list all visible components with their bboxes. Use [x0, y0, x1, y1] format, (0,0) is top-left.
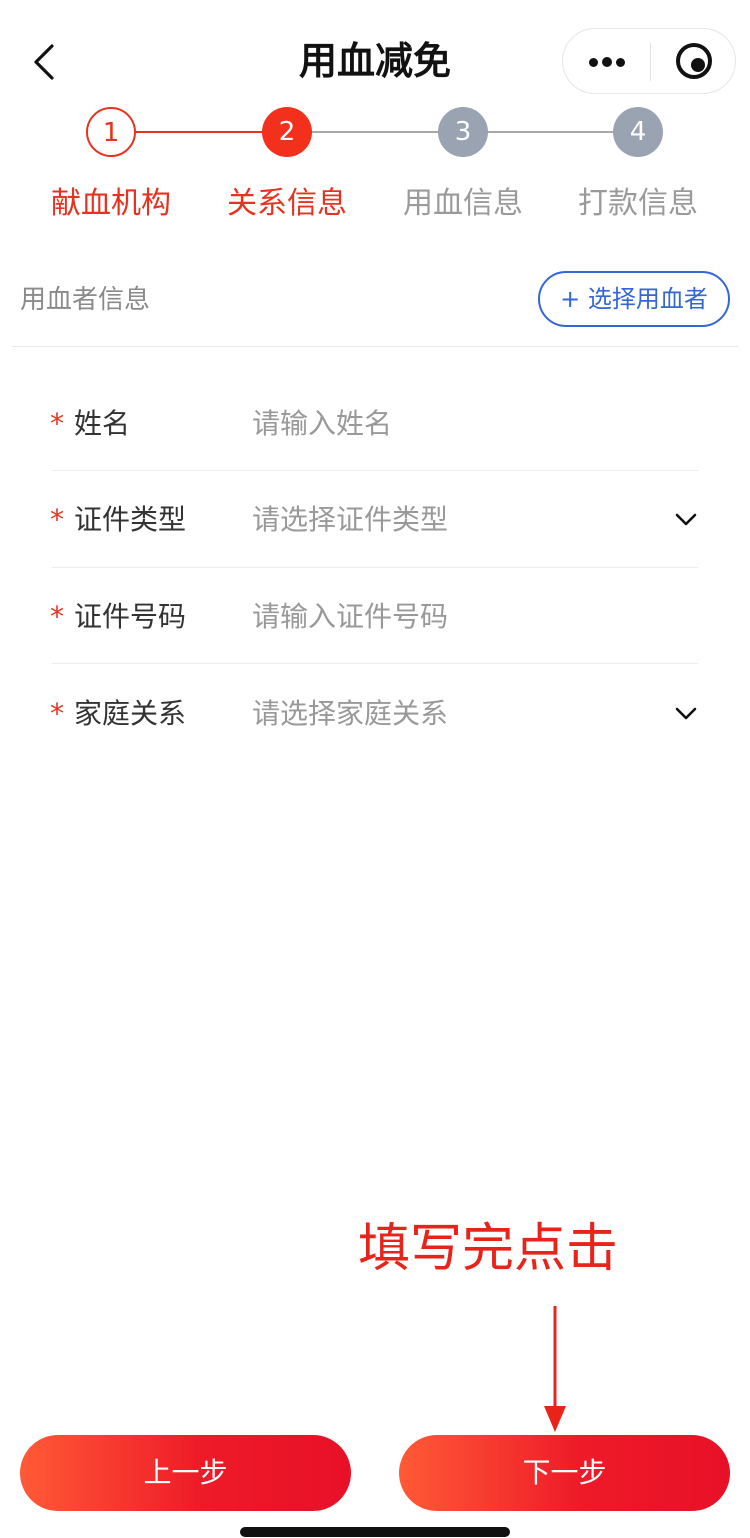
id-number-input[interactable]: 请输入证件号码: [252, 597, 672, 637]
name-input[interactable]: 请输入姓名: [252, 404, 672, 444]
family-relation-select[interactable]: 请选择家庭关系: [252, 694, 672, 734]
required-mark: *: [50, 697, 64, 730]
row-divider: [52, 663, 698, 664]
field-label: 家庭关系: [74, 697, 187, 730]
section-divider: [12, 346, 738, 347]
capsule-divider: [650, 43, 651, 81]
annotation-text: 填写完点击: [358, 1219, 619, 1279]
close-mini-program-button[interactable]: [663, 29, 735, 93]
step-4-circle: 4: [613, 107, 663, 157]
prev-step-button[interactable]: 上一步: [20, 1435, 351, 1511]
chevron-down-icon[interactable]: [674, 702, 698, 726]
field-label: 证件类型: [74, 503, 187, 536]
required-mark: *: [50, 600, 64, 633]
step-4-label: 打款信息: [578, 186, 698, 221]
target-circle-icon: [676, 43, 712, 79]
step-connector-1: [136, 131, 264, 133]
form-row-id-type: * 证件类型 请选择证件类型: [50, 500, 698, 596]
step-2-label: 关系信息: [227, 186, 347, 221]
row-divider: [52, 470, 698, 471]
required-mark: *: [50, 407, 64, 440]
step-1-circle: 1: [86, 107, 136, 157]
field-label: 姓名: [74, 407, 131, 440]
home-indicator: [240, 1527, 510, 1537]
step-1-label: 献血机构: [51, 186, 171, 221]
form-row-id-number: * 证件号码 请输入证件号码: [50, 597, 698, 693]
next-step-button[interactable]: 下一步: [399, 1435, 730, 1511]
row-divider: [52, 567, 698, 568]
section-title: 用血者信息: [20, 285, 151, 315]
more-button[interactable]: [563, 29, 650, 93]
arrow-down-icon: [544, 1306, 566, 1432]
field-label: 证件号码: [74, 600, 187, 633]
select-blood-user-button[interactable]: + 选择用血者: [538, 271, 730, 327]
mini-program-capsule: [562, 28, 736, 94]
id-type-select[interactable]: 请选择证件类型: [252, 500, 672, 540]
chevron-down-icon[interactable]: [674, 508, 698, 532]
step-3-circle: 3: [438, 107, 488, 157]
form-row-name: * 姓名 请输入姓名: [50, 404, 698, 500]
required-mark: *: [50, 503, 64, 536]
form-row-family-relation: * 家庭关系 请选择家庭关系: [50, 694, 698, 790]
step-connector-3: [487, 131, 615, 133]
step-2-circle: 2: [262, 107, 312, 157]
step-3-label: 用血信息: [403, 186, 523, 221]
step-connector-2: [311, 131, 439, 133]
